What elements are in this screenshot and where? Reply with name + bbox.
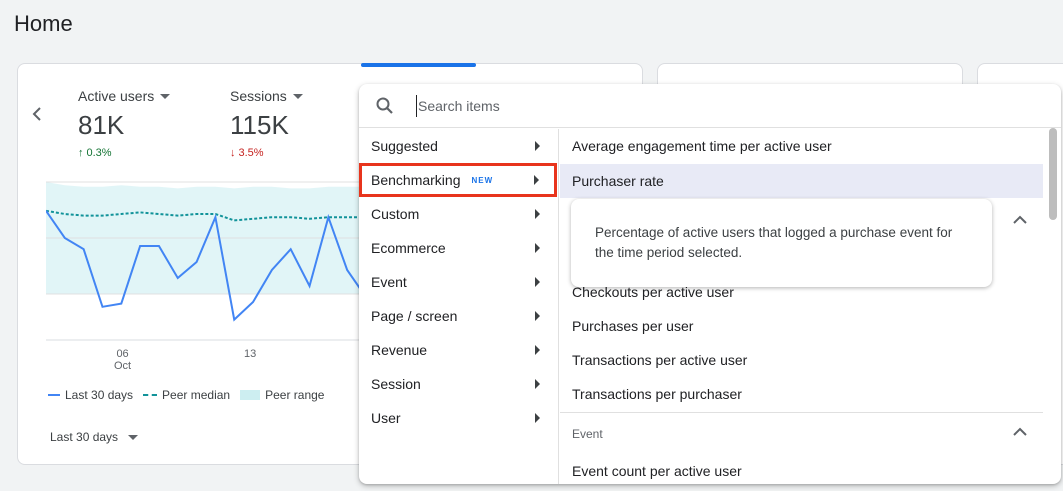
- selected-tab-indicator: [361, 63, 476, 67]
- chevron-left-icon[interactable]: [30, 102, 44, 126]
- chevron-right-icon: [535, 141, 540, 151]
- caret-down-icon[interactable]: [292, 93, 303, 99]
- category-user[interactable]: User: [359, 401, 558, 435]
- category-custom[interactable]: Custom: [359, 197, 558, 231]
- category-benchmarking[interactable]: Benchmarking NEW: [359, 163, 557, 197]
- legend-swatch: [240, 390, 261, 400]
- line-chart: [46, 181, 366, 341]
- category-label: Ecommerce: [371, 240, 446, 256]
- metric-change: 0.3%: [86, 147, 112, 159]
- scrollbar[interactable]: [1049, 128, 1057, 220]
- new-badge: NEW: [471, 175, 494, 185]
- category-ecommerce[interactable]: Ecommerce: [359, 231, 558, 265]
- legend-label: Peer median: [162, 388, 231, 402]
- category-suggested[interactable]: Suggested: [359, 129, 558, 163]
- legend-swatch: [48, 394, 60, 396]
- category-page-screen[interactable]: Page / screen: [359, 299, 558, 333]
- date-range-label: Last 30 days: [50, 430, 119, 444]
- category-label: Custom: [371, 206, 420, 222]
- legend-item: Peer median: [143, 388, 230, 402]
- legend-label: Last 30 days: [65, 388, 134, 402]
- chevron-right-icon: [535, 413, 540, 423]
- legend-item: Peer range: [240, 388, 324, 402]
- metric-sessions[interactable]: Sessions 115K ↓ 3.5%: [230, 88, 303, 159]
- search-icon: [376, 97, 393, 114]
- legend-label: Peer range: [265, 388, 325, 402]
- legend-swatch: [143, 394, 158, 396]
- chevron-right-icon: [535, 243, 540, 253]
- chevron-right-icon: [535, 209, 540, 219]
- category-label: Page / screen: [371, 308, 458, 324]
- metric-label: Active users: [78, 88, 155, 104]
- metric-value: 115K: [230, 110, 289, 140]
- list-item[interactable]: Transactions per active user: [560, 343, 1043, 377]
- list-item[interactable]: Average engagement time per active user: [560, 129, 1043, 163]
- list-item-highlighted[interactable]: Purchaser rate: [560, 164, 1043, 198]
- metric-tooltip: Percentage of active users that logged a…: [571, 199, 992, 287]
- metric-label: Sessions: [230, 88, 287, 104]
- chevron-right-icon: [535, 277, 540, 287]
- list-item[interactable]: Event count per active user: [560, 454, 1043, 484]
- category-label: Event: [371, 274, 407, 290]
- chevron-right-icon: [535, 379, 540, 389]
- x-tick-label: 13: [244, 348, 257, 360]
- page-title: Home: [14, 11, 73, 36]
- category-label: Revenue: [371, 342, 428, 358]
- search-row: [359, 84, 1061, 128]
- caret-down-icon: [128, 434, 139, 440]
- chevron-right-icon: [535, 311, 540, 321]
- metric-value: 81K: [78, 110, 125, 140]
- category-label: User: [371, 410, 401, 426]
- arrow-down-icon: ↓: [230, 147, 236, 159]
- date-range-selector[interactable]: Last 30 days: [50, 430, 139, 444]
- arrow-up-icon: ↑: [78, 147, 84, 159]
- chevron-right-icon: [534, 175, 539, 185]
- divider: [560, 412, 1043, 413]
- chart-legend: Last 30 days Peer median Peer range: [48, 388, 324, 402]
- metric-change: 3.5%: [238, 147, 264, 159]
- list-item[interactable]: Purchases per user: [560, 309, 1043, 343]
- category-session[interactable]: Session: [359, 367, 558, 401]
- category-label: Benchmarking: [371, 172, 461, 188]
- category-label: Suggested: [371, 138, 438, 154]
- group-label: Event: [572, 427, 603, 441]
- item-list: Average engagement time per active user …: [560, 129, 1061, 484]
- x-tick-label: 06 Oct: [114, 348, 132, 372]
- category-label: Session: [371, 376, 421, 392]
- category-list: Suggested Benchmarking NEW Custom Ecommer…: [359, 129, 559, 484]
- search-input[interactable]: [416, 95, 1016, 117]
- category-event[interactable]: Event: [359, 265, 558, 299]
- legend-item: Last 30 days: [48, 388, 133, 402]
- chevron-up-icon[interactable]: [1013, 215, 1027, 225]
- caret-down-icon[interactable]: [160, 93, 171, 99]
- list-item[interactable]: Transactions per purchaser: [560, 377, 1043, 411]
- chevron-up-icon[interactable]: [1013, 427, 1027, 437]
- chevron-right-icon: [535, 345, 540, 355]
- metric-active-users[interactable]: Active users 81K ↑ 0.3%: [78, 88, 171, 159]
- category-revenue[interactable]: Revenue: [359, 333, 558, 367]
